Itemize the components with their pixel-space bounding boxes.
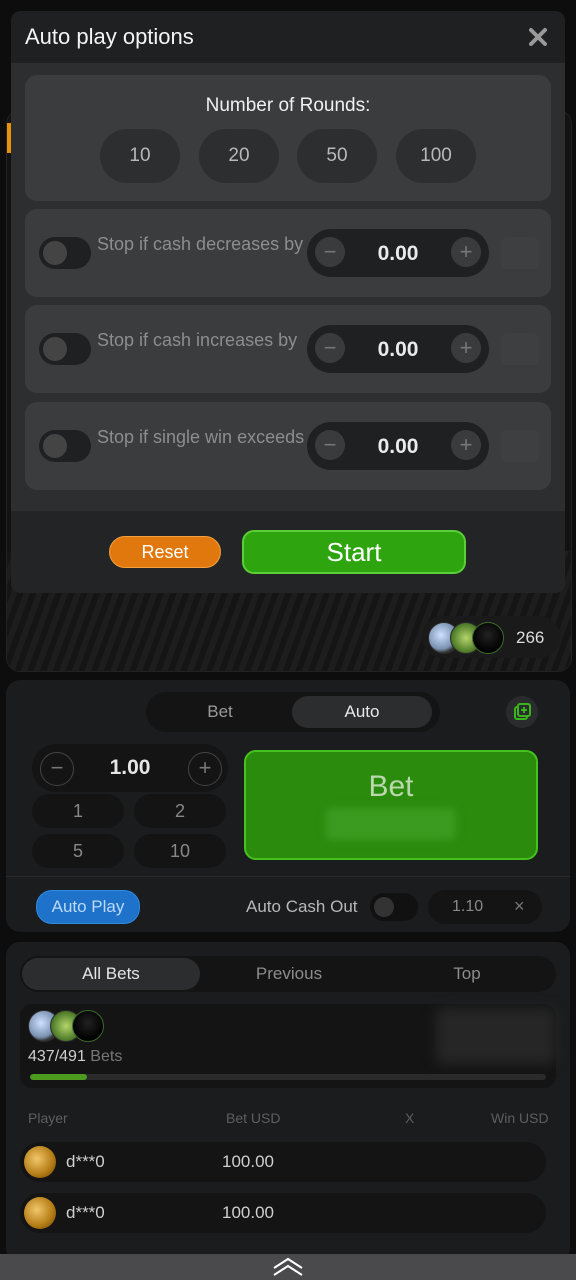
bet-amount: 100.00 bbox=[222, 1203, 274, 1222]
multiplier-value: 1.10 bbox=[452, 898, 484, 915]
decrease-button[interactable]: − bbox=[315, 237, 345, 267]
increase-button[interactable]: + bbox=[451, 333, 481, 363]
close-icon[interactable] bbox=[527, 26, 549, 48]
players-count: 266 bbox=[516, 628, 545, 647]
column-header-bet: Bet USD bbox=[226, 1110, 281, 1126]
bet-amount-value[interactable]: 1.00 bbox=[80, 756, 180, 780]
bet-button-amount-blurred bbox=[326, 808, 456, 840]
avatar bbox=[72, 1010, 104, 1042]
clear-multiplier-icon[interactable]: × bbox=[514, 896, 525, 917]
toggle-knob bbox=[374, 897, 394, 917]
rounds-option-10[interactable]: 10 bbox=[100, 129, 180, 183]
stop-cash-decrease-stepper: − 0.00 + bbox=[307, 229, 489, 277]
bet-mode-tabs: Bet Auto bbox=[146, 692, 440, 732]
stop-single-win-value[interactable]: 0.00 bbox=[347, 435, 449, 459]
avatar bbox=[24, 1197, 56, 1229]
increase-button[interactable]: + bbox=[451, 237, 481, 267]
tab-previous[interactable]: Previous bbox=[200, 958, 378, 990]
stop-cash-decrease-toggle[interactable] bbox=[39, 237, 91, 269]
toggle-knob bbox=[43, 434, 67, 458]
stop-cash-decrease-label: Stop if cash decreases by bbox=[97, 234, 304, 254]
bet-amount: 100.00 bbox=[222, 1152, 274, 1171]
stop-cash-decrease-value[interactable]: 0.00 bbox=[347, 242, 449, 266]
auto-cash-out-label: Auto Cash Out bbox=[246, 897, 358, 916]
increase-button[interactable]: + bbox=[451, 430, 481, 460]
stop-cash-increase-stepper: − 0.00 + bbox=[307, 325, 489, 373]
add-bet-panel-button[interactable] bbox=[506, 696, 538, 728]
player-name: d***0 bbox=[66, 1203, 105, 1222]
stop-single-win-label: Stop if single win exceeds bbox=[97, 427, 305, 447]
bets-word: Bets bbox=[90, 1048, 123, 1065]
modal-footer: Reset Start bbox=[11, 511, 565, 593]
quick-amount-button[interactable]: 5 bbox=[32, 834, 124, 868]
decrease-button[interactable]: − bbox=[315, 333, 345, 363]
player-name: d***0 bbox=[66, 1152, 105, 1171]
avatar bbox=[24, 1146, 56, 1178]
avatar bbox=[472, 622, 504, 654]
quick-amount-button[interactable]: 2 bbox=[134, 794, 226, 828]
stop-cash-decrease-section: Stop if cash decreases by − 0.00 + bbox=[25, 209, 551, 297]
modal-header: Auto play options bbox=[11, 11, 565, 63]
stop-single-win-stepper: − 0.00 + bbox=[307, 422, 489, 470]
tab-auto[interactable]: Auto bbox=[292, 696, 432, 728]
field-shadow bbox=[501, 237, 539, 269]
add-panel-icon bbox=[514, 703, 531, 720]
total-win-blurred bbox=[436, 1008, 556, 1064]
decrease-amount-button[interactable]: − bbox=[40, 752, 74, 786]
modal-title: Auto play options bbox=[25, 24, 194, 49]
table-row: d***0 100.00 bbox=[20, 1142, 546, 1182]
toggle-knob bbox=[43, 241, 67, 265]
field-shadow bbox=[501, 430, 539, 462]
bets-count-value: 437/491 bbox=[28, 1048, 86, 1065]
rounds-option-50[interactable]: 50 bbox=[297, 129, 377, 183]
bet-amount-stepper: − 1.00 + bbox=[32, 744, 228, 792]
increase-amount-button[interactable]: + bbox=[188, 752, 222, 786]
number-of-rounds-section: Number of Rounds: 10 20 50 100 bbox=[25, 75, 551, 201]
bets-summary: 437/491 Bets bbox=[20, 1004, 556, 1088]
chevron-up-icon[interactable] bbox=[270, 1256, 306, 1278]
stop-single-win-toggle[interactable] bbox=[39, 430, 91, 462]
tab-all-bets[interactable]: All Bets bbox=[22, 958, 200, 990]
rounds-option-100[interactable]: 100 bbox=[396, 129, 476, 183]
stop-cash-increase-section: Stop if cash increases by − 0.00 + bbox=[25, 305, 551, 393]
table-row: d***0 100.00 bbox=[20, 1193, 546, 1233]
auto-play-options-modal: Auto play options Number of Rounds: 10 2… bbox=[11, 11, 565, 593]
bet-panel: Bet Auto − 1.00 + 1 2 5 10 Bet Auto Play… bbox=[6, 680, 570, 932]
auto-cash-out-toggle[interactable] bbox=[370, 893, 418, 921]
column-header-win: Win USD bbox=[491, 1110, 549, 1126]
stop-cash-increase-value[interactable]: 0.00 bbox=[347, 338, 449, 362]
quick-amount-button[interactable]: 10 bbox=[134, 834, 226, 868]
stop-cash-increase-label: Stop if cash increases by bbox=[97, 330, 298, 350]
auto-cash-out-multiplier-field[interactable]: 1.10 × bbox=[428, 890, 542, 924]
auto-play-button[interactable]: Auto Play bbox=[36, 890, 140, 924]
column-header-x: X bbox=[405, 1110, 415, 1126]
tab-top[interactable]: Top bbox=[378, 958, 556, 990]
stop-cash-increase-toggle[interactable] bbox=[39, 333, 91, 365]
quick-amount-button[interactable]: 1 bbox=[32, 794, 124, 828]
bets-count: 437/491 Bets bbox=[28, 1048, 122, 1066]
stop-single-win-section: Stop if single win exceeds − 0.00 + bbox=[25, 402, 551, 490]
decrease-button[interactable]: − bbox=[315, 430, 345, 460]
toggle-knob bbox=[43, 337, 67, 361]
bets-progress-fill bbox=[30, 1074, 87, 1080]
tab-bet[interactable]: Bet bbox=[150, 696, 290, 728]
bet-button[interactable]: Bet bbox=[244, 750, 538, 860]
bet-button-label: Bet bbox=[368, 770, 414, 803]
divider bbox=[6, 876, 570, 877]
rounds-option-20[interactable]: 20 bbox=[199, 129, 279, 183]
start-button[interactable]: Start bbox=[242, 530, 466, 574]
bets-tabs: All Bets Previous Top bbox=[20, 956, 556, 992]
column-header-player: Player bbox=[28, 1110, 68, 1126]
bets-progress-bar bbox=[30, 1074, 546, 1080]
reset-button[interactable]: Reset bbox=[109, 536, 221, 568]
bets-panel: All Bets Previous Top 437/491 Bets Playe… bbox=[6, 942, 570, 1262]
online-players-indicator: 266 bbox=[422, 616, 560, 658]
field-shadow bbox=[501, 333, 539, 365]
rounds-label: Number of Rounds: bbox=[205, 95, 371, 116]
